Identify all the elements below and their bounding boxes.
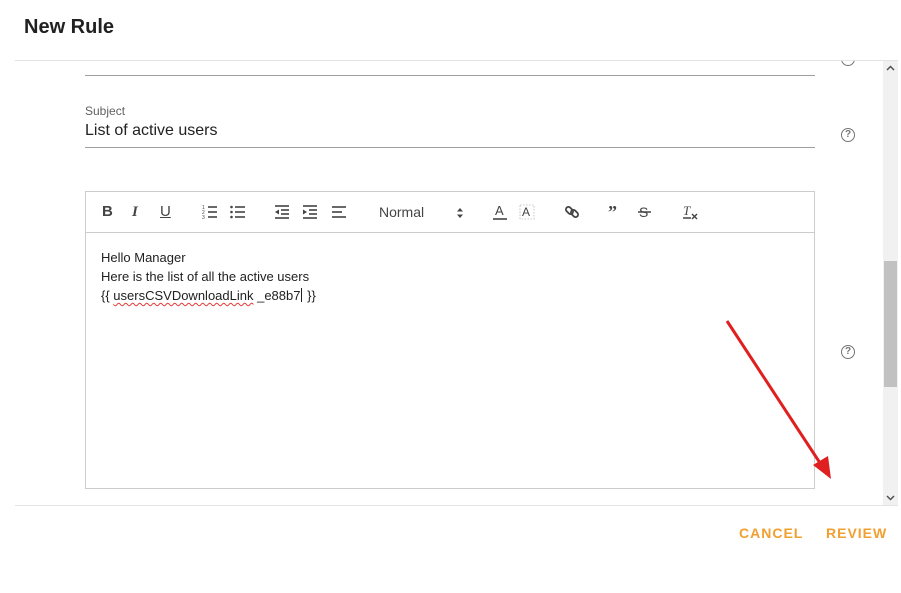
cancel-button[interactable]: CANCEL <box>739 525 803 541</box>
blockquote-icon[interactable]: ” <box>608 202 617 222</box>
subject-help-icon[interactable]: ? <box>841 128 855 142</box>
editor-line: {{ usersCSVDownloadLink _e88b7 }} <box>101 286 316 305</box>
scroll-down-icon[interactable] <box>883 490 898 505</box>
svg-text:A: A <box>495 203 504 218</box>
dialog-title: New Rule <box>24 16 115 38</box>
chevron-updown-icon[interactable] <box>456 206 464 224</box>
underline-button[interactable]: U <box>160 202 171 222</box>
subject-underline <box>85 147 815 148</box>
svg-text:T: T <box>683 203 691 218</box>
font-color-icon[interactable]: A <box>492 202 508 222</box>
editor-help-icon[interactable]: ? <box>841 345 855 359</box>
editor-toolbar: B I U 123 Normal A A ” S T <box>86 192 814 233</box>
template-open: {{ <box>101 288 114 303</box>
svg-text:3: 3 <box>202 215 205 221</box>
help-icon[interactable]: ? <box>841 61 855 66</box>
align-icon[interactable] <box>331 202 347 222</box>
header-select[interactable]: Normal <box>379 203 424 221</box>
rich-text-editor[interactable]: B I U 123 Normal A A ” S T Hello Manager… <box>85 191 815 489</box>
bullet-list-icon[interactable] <box>230 202 246 222</box>
dialog-content[interactable]: ? Subject List of active users ? B I U 1… <box>0 61 883 505</box>
template-suffix: _e88b7 <box>253 288 301 303</box>
scroll-thumb[interactable] <box>884 261 897 387</box>
outdent-icon[interactable] <box>274 202 290 222</box>
clear-format-icon[interactable]: T <box>682 202 698 222</box>
indent-icon[interactable] <box>302 202 318 222</box>
scroll-up-icon[interactable] <box>883 61 898 76</box>
review-button[interactable]: REVIEW <box>826 525 887 541</box>
editor-line: Here is the list of all the active users <box>101 269 310 284</box>
bold-button[interactable]: B <box>102 202 113 222</box>
vertical-scrollbar[interactable] <box>883 61 898 505</box>
background-color-icon[interactable]: A <box>519 202 535 222</box>
link-icon[interactable] <box>564 202 580 222</box>
italic-button[interactable]: I <box>132 202 138 222</box>
template-variable: usersCSVDownloadLink <box>113 288 254 303</box>
template-close: }} <box>303 288 316 303</box>
editor-line: Hello Manager <box>101 250 186 265</box>
editor-content[interactable]: Hello Manager Here is the list of all th… <box>101 248 316 305</box>
subject-label: Subject <box>85 104 126 118</box>
ordered-list-icon[interactable]: 123 <box>202 202 218 222</box>
subject-input[interactable]: List of active users <box>85 122 218 140</box>
previous-field-underline <box>85 75 815 76</box>
strike-icon[interactable]: S <box>637 202 653 222</box>
svg-text:A: A <box>522 205 530 219</box>
footer-divider <box>15 505 898 506</box>
